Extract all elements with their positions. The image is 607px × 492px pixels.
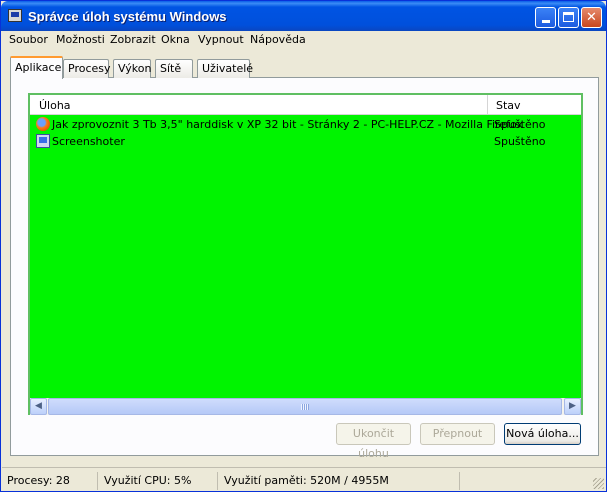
window-title: Správce úloh systému Windows bbox=[28, 9, 227, 24]
menu-vypnout[interactable]: Vypnout bbox=[198, 33, 244, 46]
tab-procesy[interactable]: Procesy bbox=[63, 59, 111, 78]
menu-napoveda[interactable]: Nápověda bbox=[250, 33, 306, 46]
tab-uzivatele[interactable]: Uživatelé bbox=[197, 59, 253, 78]
new-task-button[interactable]: Nová úloha... bbox=[504, 423, 581, 445]
task-status: Spuštěno bbox=[494, 135, 546, 148]
status-processes: Procesy: 28 bbox=[4, 472, 98, 490]
firefox-icon bbox=[36, 117, 50, 131]
close-button[interactable]: ✕ bbox=[581, 7, 602, 28]
task-manager-icon bbox=[8, 9, 22, 22]
task-name: Jak zprovoznit 3 Tb 3,5" harddisk v XP 3… bbox=[52, 118, 523, 131]
tab-aplikace[interactable]: Aplikace bbox=[10, 56, 63, 79]
tab-site[interactable]: Sítě bbox=[155, 59, 193, 78]
status-bar: Procesy: 28 Využití CPU: 5% Využití pamě… bbox=[2, 467, 606, 491]
switch-to-button[interactable]: Přepnout bbox=[420, 423, 495, 445]
menu-okna[interactable]: Okna bbox=[161, 33, 190, 46]
scroll-thumb[interactable] bbox=[48, 398, 562, 415]
list-header: Úloha Stav bbox=[30, 95, 581, 115]
status-cpu: Využití CPU: 5% bbox=[101, 472, 218, 490]
list-item[interactable]: Jak zprovoznit 3 Tb 3,5" harddisk v XP 3… bbox=[30, 116, 581, 133]
horizontal-scrollbar[interactable]: ◀ ▶ bbox=[30, 398, 581, 415]
resize-grip-icon[interactable] bbox=[593, 478, 604, 489]
column-header-task[interactable]: Úloha bbox=[30, 95, 488, 115]
close-icon: ✕ bbox=[586, 10, 597, 25]
maximize-icon bbox=[563, 12, 574, 22]
minimize-button[interactable] bbox=[535, 7, 556, 28]
task-status: Spuštěno bbox=[494, 118, 546, 131]
maximize-button[interactable] bbox=[558, 7, 579, 28]
grip-icon bbox=[301, 404, 309, 410]
title-bar[interactable]: Správce úloh systému Windows ✕ bbox=[1, 1, 606, 31]
task-manager-window: Správce úloh systému Windows ✕ Soubor Mo… bbox=[0, 0, 607, 492]
list-item[interactable]: Screenshoter Spuštěno bbox=[30, 133, 581, 150]
task-name: Screenshoter bbox=[52, 135, 125, 148]
menu-zobrazit[interactable]: Zobrazit bbox=[110, 33, 156, 46]
applications-list[interactable]: Úloha Stav Jak zprovoznit 3 Tb 3,5" hard… bbox=[28, 93, 583, 415]
column-header-status[interactable]: Stav bbox=[489, 95, 581, 115]
screenshoter-icon bbox=[36, 134, 50, 148]
menu-moznosti[interactable]: Možnosti bbox=[56, 33, 105, 46]
menu-bar: Soubor Možnosti Zobrazit Okna Vypnout Ná… bbox=[2, 31, 606, 50]
scroll-right-button[interactable]: ▶ bbox=[564, 398, 581, 415]
menu-soubor[interactable]: Soubor bbox=[9, 33, 48, 46]
minimize-icon bbox=[541, 20, 550, 23]
scroll-left-button[interactable]: ◀ bbox=[30, 398, 47, 415]
tab-vykon[interactable]: Výkon bbox=[113, 59, 151, 78]
status-memory: Využití paměti: 520M / 4955M bbox=[221, 472, 460, 490]
end-task-button[interactable]: Ukončit úlohu bbox=[336, 423, 411, 460]
